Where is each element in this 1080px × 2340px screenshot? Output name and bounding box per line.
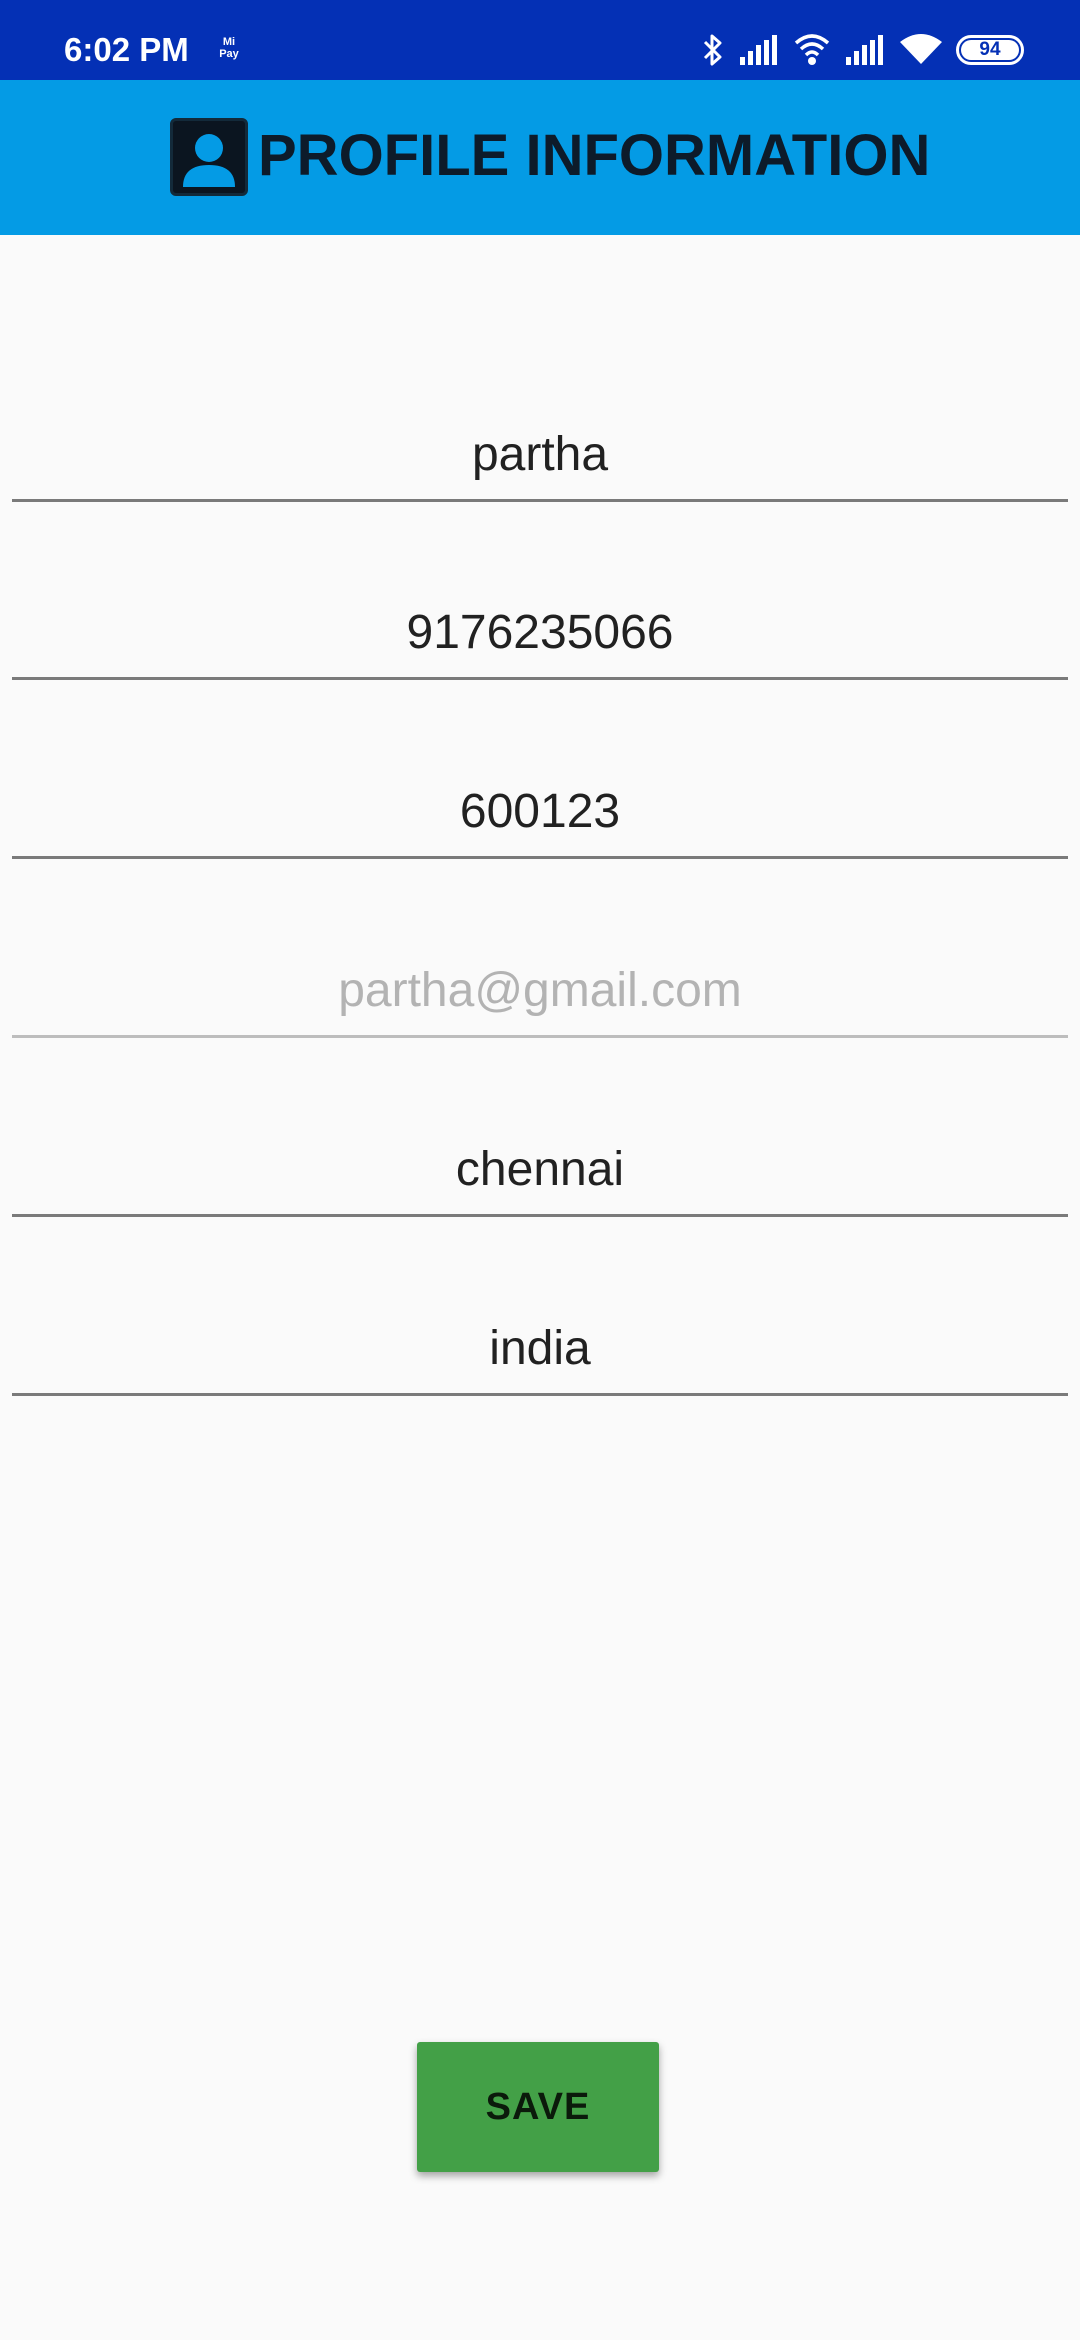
battery-level: 94 (961, 39, 1019, 60)
signal-icon (740, 35, 777, 65)
city-field[interactable] (12, 1127, 1068, 1217)
wifi-icon (900, 34, 942, 64)
name-field[interactable] (12, 412, 1068, 502)
pincode-field[interactable] (12, 769, 1068, 859)
city-input[interactable] (12, 1140, 1068, 1200)
status-icons: 94 (702, 28, 1024, 72)
profile-icon (170, 118, 248, 196)
email-input[interactable] (12, 961, 1068, 1021)
status-bar: 6:02 PM Mi Pay 94 (0, 0, 1080, 80)
country-field[interactable] (12, 1306, 1068, 1396)
signal-icon (846, 35, 883, 65)
pincode-input[interactable] (12, 782, 1068, 842)
status-time: 6:02 PM (64, 31, 189, 68)
phone-field[interactable] (12, 590, 1068, 680)
country-input[interactable] (12, 1319, 1068, 1379)
save-button[interactable]: SAVE (417, 2042, 659, 2172)
phone-input[interactable] (12, 603, 1068, 663)
mipay-icon: Mi Pay (219, 36, 239, 60)
battery-icon: 94 (956, 35, 1024, 65)
wifi-calling-icon (794, 34, 830, 65)
email-field[interactable] (12, 948, 1068, 1038)
app-bar: PROFILE INFORMATION (0, 80, 1080, 235)
page-title: PROFILE INFORMATION (258, 123, 931, 188)
bluetooth-icon (703, 34, 722, 66)
name-input[interactable] (12, 425, 1068, 485)
person-icon (183, 134, 235, 187)
